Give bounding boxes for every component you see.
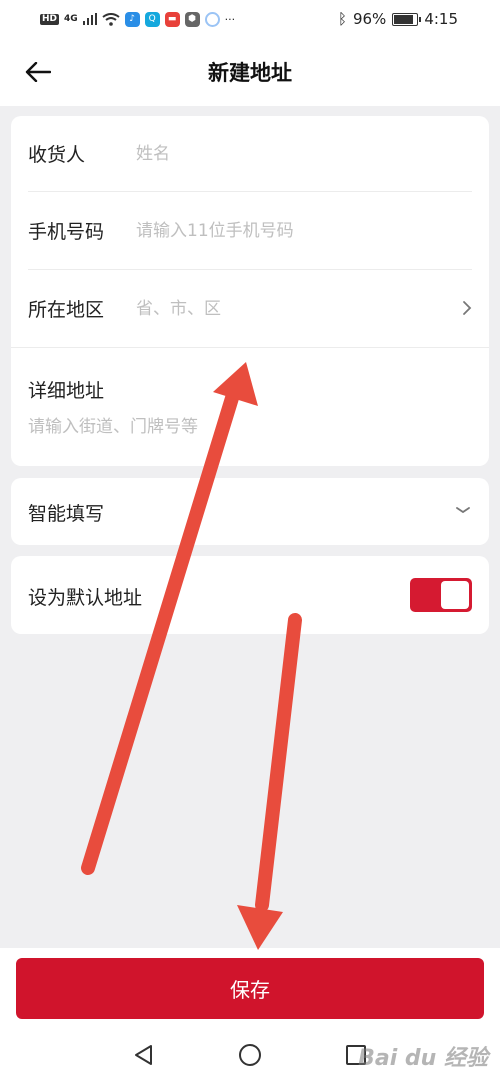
wifi-icon [102,12,120,26]
shop-app-icon: ▬ [164,11,180,27]
chevron-right-icon [462,297,472,321]
music-app-icon: ♪ [124,11,140,27]
default-address-toggle[interactable] [410,578,472,612]
chevron-down-icon [455,500,471,519]
arrow-left-icon[interactable] [24,58,52,86]
battery-icon [392,12,422,26]
default-address-card: 设为默认地址 [11,556,489,634]
address-block: 详细地址 [28,352,472,437]
circle-app-icon [204,11,220,27]
search-app-icon: Q [144,11,160,27]
recipient-row: 收货人 [28,116,472,192]
phone-label: 手机号码 [28,221,105,243]
save-button[interactable]: 保存 [16,958,484,1019]
bluetooth-icon: ᛒ [337,9,347,28]
toggle-knob [441,581,469,609]
clock: 4:15 [424,10,458,28]
status-bar: HD 4G ♪ Q ▬ ⬢ ··· ᛒ 96% 4:15 [0,0,500,38]
region-input[interactable] [136,298,472,319]
smart-fill-card[interactable]: 智能填写 [11,478,489,545]
shield-app-icon: ⬢ [184,11,200,27]
phone-row: 手机号码 [28,192,472,270]
circle-home-icon[interactable] [237,1042,263,1068]
network-type: 4G [64,13,78,24]
signal-icon [82,13,97,25]
region-label: 所在地区 [28,299,105,321]
save-area: 保存 [0,948,500,1028]
status-right: ᛒ 96% 4:15 [338,10,458,28]
more-notifications-icon: ··· [224,12,236,26]
triangle-back-icon[interactable] [131,1042,157,1068]
address-input[interactable] [28,417,472,437]
status-left: HD 4G ♪ Q ▬ ⬢ ··· [40,11,236,27]
annotation-arrow-down [237,613,302,950]
header: 新建地址 [0,38,500,106]
address-form-card: 收货人 手机号码 所在地区 详细地址 [11,116,489,466]
address-label: 详细地址 [28,380,105,402]
region-row[interactable]: 所在地区 [11,270,489,348]
default-address-label: 设为默认地址 [28,587,143,609]
hd-badge: HD [40,13,60,25]
recipient-input[interactable] [136,143,472,164]
phone-input[interactable] [136,220,472,241]
recipient-label: 收货人 [28,144,86,166]
smart-fill-label: 智能填写 [28,503,105,525]
page-title: 新建地址 [208,61,292,85]
watermark: Bai du 经验 [358,1046,488,1071]
battery-percent: 96% [352,10,387,28]
